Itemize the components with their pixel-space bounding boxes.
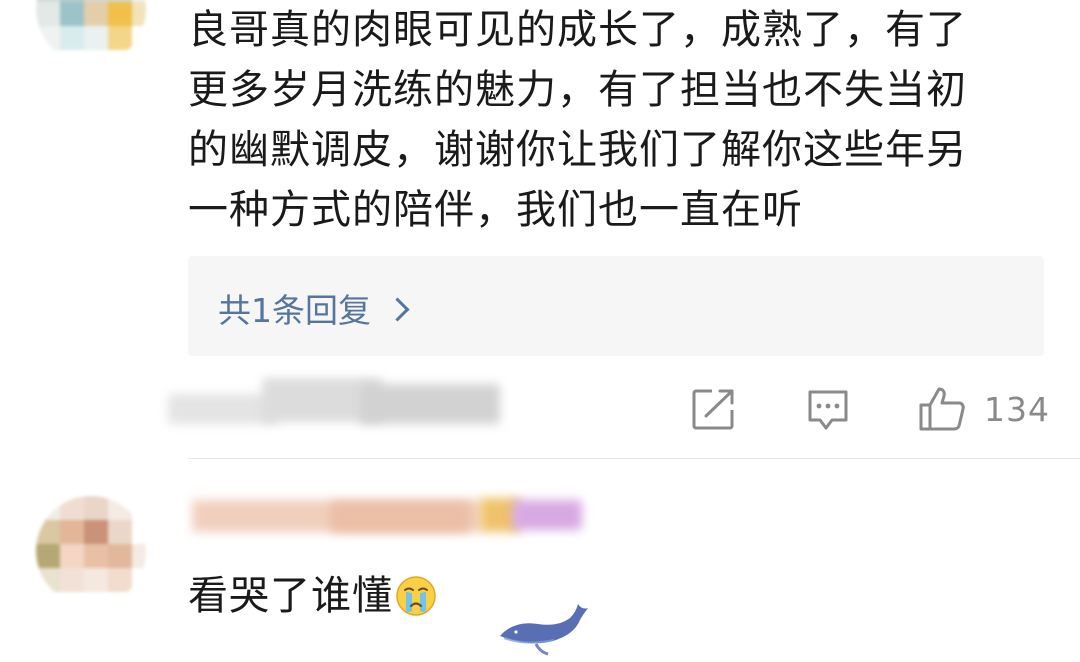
comment-button[interactable] bbox=[806, 388, 850, 432]
comment-body: 良哥真的肉眼可见的成长了，成熟了，有了 更多岁月洗练的魅力，有了担当也不失当初 … bbox=[188, 0, 1068, 240]
comment-feed: 良哥真的肉眼可见的成长了，成熟了，有了 更多岁月洗练的魅力，有了担当也不失当初 … bbox=[0, 0, 1080, 662]
chevron-right-icon bbox=[385, 296, 410, 322]
share-button[interactable] bbox=[692, 388, 736, 430]
crying-face-emoji-icon bbox=[396, 576, 436, 616]
comment-line: 的幽默调皮，谢谢你让我们了解你这些年另 bbox=[188, 127, 967, 173]
view-replies-label: 共1条回复 bbox=[218, 291, 371, 330]
comment-line: 良哥真的肉眼可见的成长了，成熟了，有了 bbox=[188, 7, 967, 53]
username-blurred bbox=[330, 502, 470, 532]
like-count: 134 bbox=[984, 389, 1050, 429]
share-icon bbox=[692, 389, 734, 430]
comment-line: 更多岁月洗练的魅力，有了担当也不失当初 bbox=[188, 67, 967, 113]
like-button[interactable]: 134 bbox=[918, 386, 1050, 432]
avatar[interactable] bbox=[36, 496, 146, 606]
thumbs-up-icon bbox=[919, 387, 965, 431]
avatar[interactable] bbox=[36, 0, 146, 64]
comment-body: 看哭了谁懂 bbox=[188, 566, 437, 626]
comment-meta-blurred bbox=[360, 384, 500, 424]
comment-icon bbox=[808, 390, 848, 430]
view-replies-link[interactable]: 共1条回复 bbox=[218, 284, 410, 332]
comment-line: 一种方式的陪伴，我们也一直在听 bbox=[188, 187, 803, 233]
comment-divider bbox=[188, 458, 1080, 459]
reply-preview-box[interactable]: 共1条回复 bbox=[188, 256, 1044, 356]
whale-watermark-icon bbox=[500, 604, 588, 656]
user-badge-blurred bbox=[512, 500, 582, 530]
comment-text: 看哭了谁懂 bbox=[188, 573, 393, 619]
